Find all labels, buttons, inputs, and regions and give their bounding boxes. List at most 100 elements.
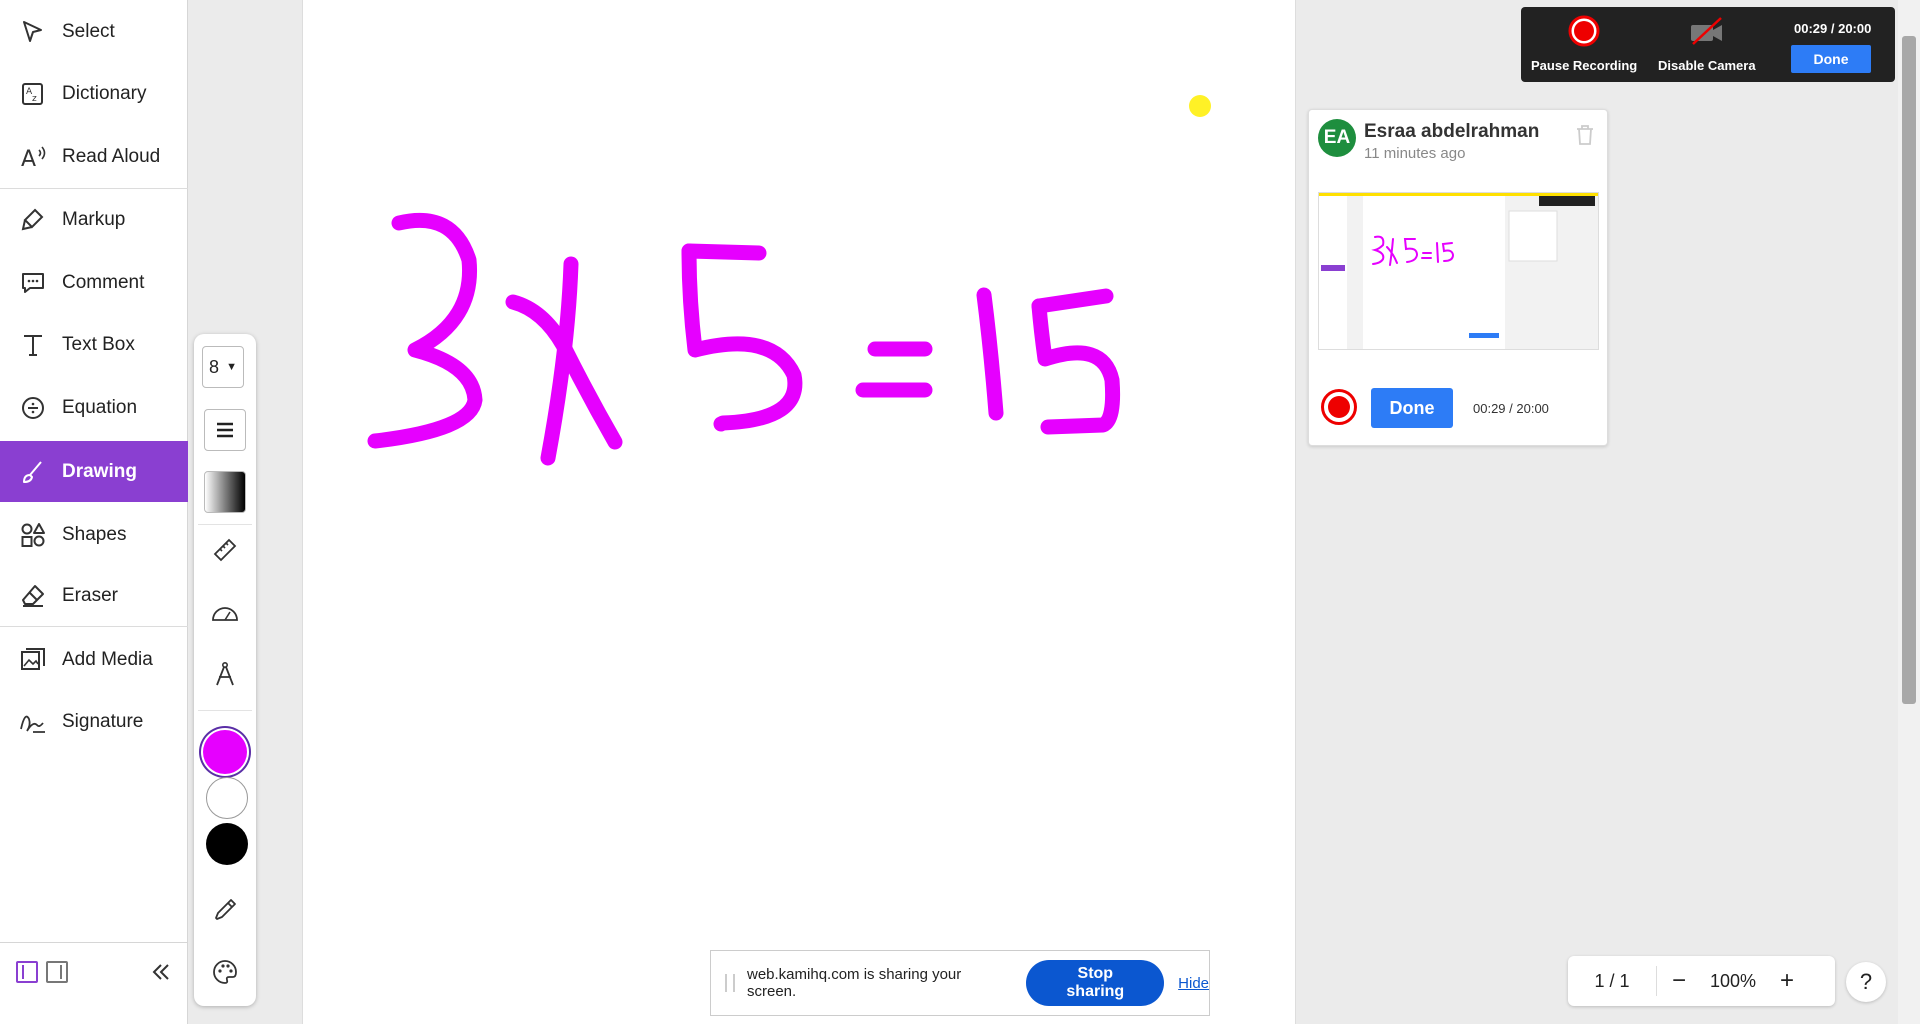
avatar: EA: [1318, 119, 1356, 157]
color-swatch-magenta[interactable]: [203, 730, 247, 774]
stroke-digit-1: [976, 287, 1004, 421]
sidebar-item-label: Shapes: [62, 524, 127, 545]
sidebar-item-label: Dictionary: [62, 83, 147, 104]
eraser-icon: [16, 579, 50, 613]
signature-icon: [16, 705, 50, 739]
comment-icon: [16, 266, 50, 300]
tool-sidebar: Select Az Dictionary A Read Aloud Markup…: [0, 0, 188, 1024]
help-button[interactable]: ?: [1846, 962, 1886, 1002]
recording-thumbnail[interactable]: [1318, 192, 1599, 350]
drawing-palette: 8 ▼: [194, 334, 256, 1006]
color-swatch-black[interactable]: [206, 823, 248, 865]
dictionary-icon: Az: [16, 77, 50, 111]
ruler-button[interactable]: [203, 530, 247, 574]
sidebar-item-signature[interactable]: Signature: [0, 693, 188, 751]
drawing-canvas[interactable]: [303, 0, 1297, 1024]
pointer-highlight-dot: [1189, 95, 1211, 117]
drag-handle-icon[interactable]: [725, 974, 735, 992]
sidebar-item-markup[interactable]: Markup: [0, 191, 188, 249]
sidebar-item-label: Signature: [62, 711, 144, 732]
stroke-digit-3: [367, 212, 483, 449]
sidebar-item-label: Read Aloud: [62, 146, 161, 167]
sidebar-item-comment[interactable]: Comment: [0, 254, 188, 312]
document-page[interactable]: [302, 0, 1296, 1024]
sidebar-item-label: Equation: [62, 397, 138, 418]
svg-text:A: A: [21, 147, 36, 170]
sidebar-item-eraser[interactable]: Eraser: [0, 567, 188, 625]
stop-sharing-button[interactable]: Stop sharing: [1026, 960, 1165, 1006]
comment-done-button[interactable]: Done: [1371, 388, 1453, 428]
palette-icon: [212, 959, 238, 990]
cursor-icon: [16, 15, 50, 49]
sidebar-item-label: Drawing: [62, 460, 137, 482]
divide-icon: [16, 391, 50, 425]
sidebar-item-label: Add Media: [62, 649, 153, 670]
stroke-digit-5b-body: [1031, 298, 1121, 435]
sidebar-item-text-box[interactable]: Text Box: [0, 316, 188, 374]
sidebar-item-label: Text Box: [62, 334, 135, 355]
pause-recording-button[interactable]: Pause Recording: [1531, 15, 1637, 73]
brush-size-select[interactable]: 8 ▼: [202, 346, 244, 388]
hide-link[interactable]: Hide: [1178, 975, 1209, 992]
menu-lines-icon: [204, 409, 246, 451]
zoom-in-button[interactable]: +: [1765, 967, 1809, 995]
sidebar-footer: [0, 942, 188, 1024]
stroke-digit-5-top: [681, 243, 767, 261]
sidebar-item-equation[interactable]: Equation: [0, 379, 188, 437]
sidebar-item-label: Select: [62, 21, 115, 42]
highlighter-icon: [16, 203, 50, 237]
recording-done-button[interactable]: Done: [1791, 45, 1871, 73]
scrollbar-thumb[interactable]: [1902, 36, 1916, 704]
comment-author: Esraa abdelrahman: [1364, 121, 1540, 142]
record-button[interactable]: [1321, 389, 1357, 425]
caret-down-icon: ▼: [226, 361, 237, 373]
media-icon: [16, 643, 50, 677]
comment-timestamp: 11 minutes ago: [1364, 145, 1466, 162]
zoom-out-button[interactable]: −: [1657, 967, 1701, 995]
protractor-button[interactable]: [203, 592, 247, 636]
stroke-digit-5-body: [681, 243, 803, 432]
line-style-button[interactable]: [203, 408, 247, 452]
camera-off-icon: [1688, 15, 1726, 52]
sidebar-item-drawing[interactable]: Drawing: [0, 441, 188, 502]
svg-text:z: z: [32, 94, 37, 104]
stroke-letter-x-b: [540, 256, 579, 466]
shapes-icon: [16, 518, 50, 552]
disable-camera-label: Disable Camera: [1658, 58, 1756, 73]
sidebar-item-shapes[interactable]: Shapes: [0, 506, 188, 564]
color-swatch-white[interactable]: [206, 777, 248, 819]
page-indicator[interactable]: 1 / 1: [1568, 971, 1656, 992]
single-page-view-icon[interactable]: [15, 960, 39, 989]
collapse-sidebar-icon[interactable]: [148, 960, 172, 989]
gradient-icon: [204, 471, 246, 513]
ruler-icon: [212, 537, 238, 568]
share-message: web.kamihq.com is sharing your screen.: [747, 966, 962, 1000]
sidebar-item-label: Markup: [62, 209, 126, 230]
compass-button[interactable]: [203, 654, 247, 698]
trash-icon[interactable]: [1575, 124, 1595, 151]
record-icon: [1328, 396, 1350, 418]
stroke-digit-5b-top: [1031, 288, 1114, 314]
disable-camera-button[interactable]: Disable Camera: [1658, 15, 1756, 73]
screen-share-bar: web.kamihq.com is sharing your screen. S…: [710, 950, 1210, 1016]
color-palette-button[interactable]: [203, 952, 247, 996]
pause-recording-label: Pause Recording: [1531, 58, 1638, 73]
brush-icon: [16, 455, 50, 489]
eyedropper-icon: [212, 897, 238, 928]
sidebar-item-read-aloud[interactable]: A Read Aloud: [0, 128, 188, 186]
brush-size-value: 8: [209, 356, 220, 377]
comment-card[interactable]: EA Esraa abdelrahman 11 minutes ago Done: [1308, 109, 1608, 446]
two-page-view-icon[interactable]: [45, 960, 69, 989]
scrollbar[interactable]: [1898, 0, 1920, 1024]
sidebar-item-dictionary[interactable]: Az Dictionary: [0, 65, 188, 123]
recording-timer: 00:29 / 20:00: [1794, 21, 1872, 36]
zoom-level[interactable]: 100%: [1701, 971, 1765, 992]
opacity-gradient-button[interactable]: [203, 470, 247, 514]
sidebar-item-select[interactable]: Select: [0, 3, 188, 61]
read-aloud-icon: A: [16, 140, 50, 174]
compass-icon: [213, 661, 237, 692]
sidebar-item-add-media[interactable]: Add Media: [0, 631, 188, 689]
sidebar-item-label: Comment: [62, 272, 145, 293]
text-icon: [16, 328, 50, 362]
eyedropper-button[interactable]: [203, 890, 247, 934]
